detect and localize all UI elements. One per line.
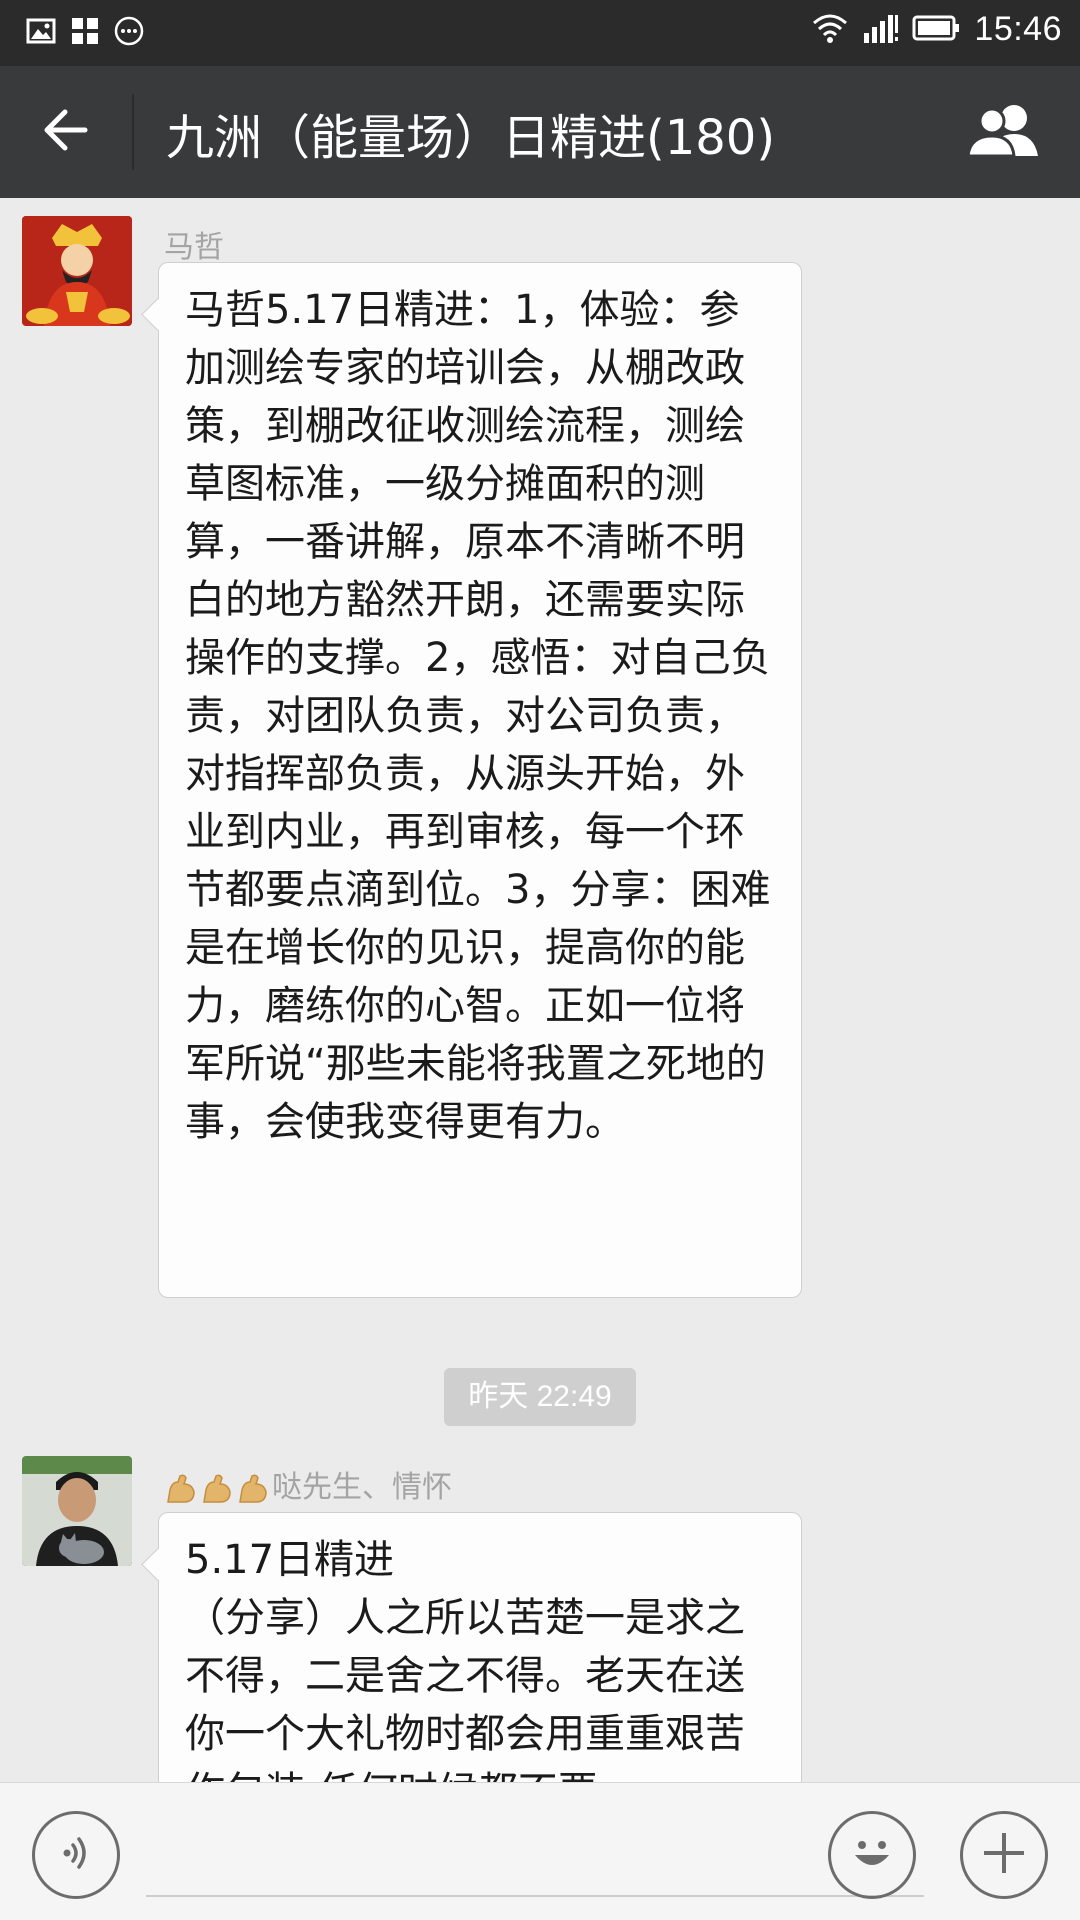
status-right-icons: 15:46	[810, 10, 1062, 49]
sender-avatar[interactable]	[22, 216, 132, 326]
more-actions-button[interactable]	[960, 1811, 1048, 1899]
voice-input-button[interactable]	[32, 1811, 120, 1899]
chat-input-bar	[0, 1782, 1080, 1920]
flexed-biceps-icon	[167, 1474, 195, 1503]
sender-avatar[interactable]	[22, 1456, 132, 1566]
more-dots-icon	[114, 16, 144, 50]
group-members-icon	[966, 102, 1042, 162]
flexed-biceps-icon	[239, 1474, 267, 1503]
title-divider	[132, 94, 134, 170]
chat-title-bar: 九洲（能量场）日精进(180)	[0, 66, 1080, 198]
back-arrow-icon	[41, 108, 89, 156]
emoji-icon	[842, 1823, 902, 1887]
sender-name: 马哲	[164, 230, 224, 265]
status-left-icons	[26, 16, 144, 50]
message-text: 马哲5.17日精进：1，体验：参加测绘专家的培训会，从棚改政策，到棚改征收测绘流…	[185, 287, 771, 1145]
message-text: 5.17日精进 （分享）人之所以苦楚一是求之不得，二是舍之不得。老天在送你一个大…	[185, 1537, 745, 1782]
sender-name: 哒先生、情怀	[164, 1462, 452, 1506]
status-bar: 15:46	[0, 0, 1080, 66]
back-button[interactable]	[30, 100, 100, 164]
message-bubble[interactable]: 5.17日精进 （分享）人之所以苦楚一是求之不得，二是舍之不得。老天在送你一个大…	[158, 1512, 802, 1782]
apps-icon	[70, 16, 100, 50]
status-time: 15:46	[974, 10, 1062, 48]
emoji-button[interactable]	[828, 1811, 916, 1899]
message-input[interactable]	[146, 1813, 924, 1897]
flexed-biceps-emojis	[164, 1472, 270, 1506]
chat-message-list[interactable]: 马哲 马哲5.17日精进：1，体验：参加测绘专家的培训会，从棚改政策，到棚改征收…	[0, 198, 1080, 1782]
voice-icon	[54, 1831, 98, 1879]
battery-icon	[912, 13, 962, 47]
image-icon	[26, 16, 56, 50]
message-bubble[interactable]: 马哲5.17日精进：1，体验：参加测绘专家的培训会，从棚改政策，到棚改征收测绘流…	[158, 262, 802, 1298]
flexed-biceps-icon	[203, 1474, 231, 1503]
sender-name-text: 哒先生、情怀	[272, 1470, 452, 1505]
young-man-with-cat-avatar	[22, 1456, 132, 1566]
wifi-icon	[810, 11, 850, 49]
god-of-wealth-avatar	[22, 216, 132, 326]
plus-icon	[980, 1829, 1028, 1881]
timestamp-separator: 昨天 22:49	[444, 1368, 636, 1426]
chat-title: 九洲（能量场）日精进(180)	[166, 110, 776, 166]
signal-icon	[862, 11, 900, 49]
group-members-button[interactable]	[964, 96, 1044, 168]
